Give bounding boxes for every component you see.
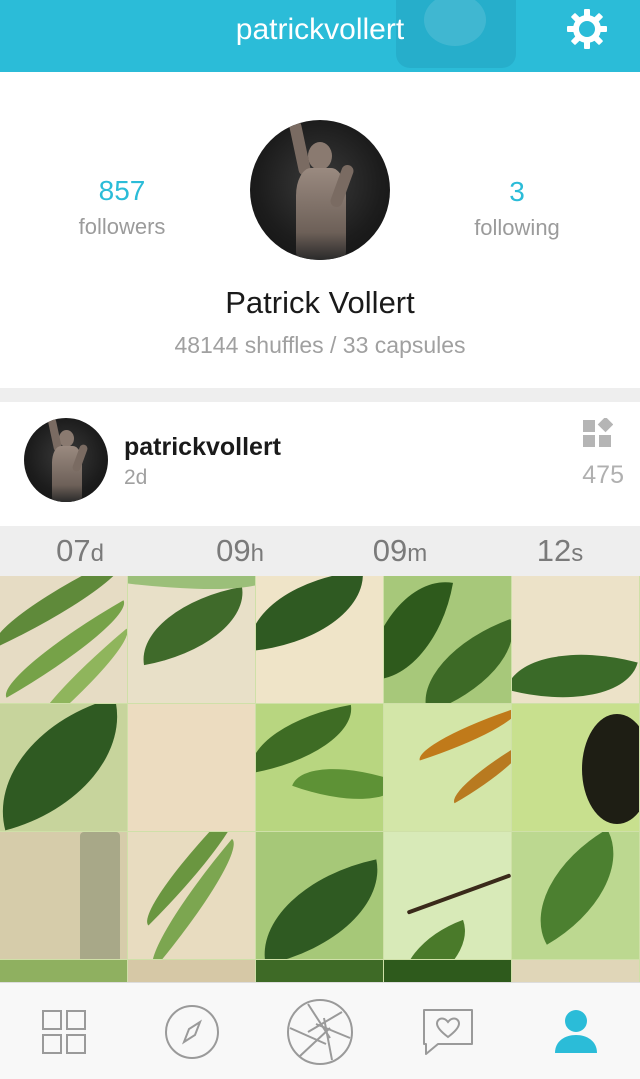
shuffle-puzzle-image[interactable] — [0, 576, 640, 982]
capsule-count: 475 — [582, 461, 624, 489]
aperture-icon — [287, 998, 353, 1065]
puzzle-tile[interactable] — [128, 960, 255, 982]
profile-stats-line: 48144 shuffles / 33 capsules — [174, 332, 466, 358]
puzzle-tile[interactable] — [384, 960, 511, 982]
countdown-seconds-unit: s — [571, 540, 584, 567]
followers-stat[interactable]: 857 followers — [22, 174, 222, 242]
tab-feed[interactable] — [0, 983, 128, 1079]
profile-avatar[interactable] — [250, 120, 390, 260]
section-divider — [0, 388, 640, 402]
countdown-hours-unit: h — [250, 540, 264, 567]
countdown-days: 07d — [0, 526, 160, 576]
puzzle-tile[interactable] — [384, 832, 511, 959]
puzzle-tile[interactable] — [0, 960, 127, 982]
puzzle-tile[interactable] — [512, 832, 639, 959]
countdown-timer: 07d 09h 09m 12s — [0, 526, 640, 576]
countdown-seconds-value: 12 — [536, 533, 572, 568]
heart-message-icon — [423, 1008, 473, 1055]
countdown-minutes-value: 09 — [372, 533, 408, 568]
puzzle-tile[interactable] — [384, 704, 511, 831]
top-bar: patrickvollert — [0, 0, 640, 72]
puzzle-tile[interactable] — [512, 704, 639, 831]
puzzle-tile[interactable] — [0, 576, 127, 703]
countdown-seconds: 12s — [480, 526, 640, 576]
puzzle-tile[interactable] — [128, 704, 255, 831]
compass-icon — [165, 1004, 219, 1059]
capsules-icon[interactable] — [583, 418, 613, 448]
grid-icon — [42, 1009, 86, 1054]
puzzle-tile[interactable] — [0, 704, 127, 831]
puzzle-tile[interactable] — [128, 832, 255, 959]
puzzle-tile[interactable] — [128, 576, 255, 703]
puzzle-tile[interactable] — [256, 960, 383, 982]
countdown-days-value: 07 — [56, 533, 91, 568]
post-username[interactable]: patrickvollert — [124, 432, 281, 462]
post-time: 2d — [124, 466, 148, 489]
followers-label: followers — [78, 214, 166, 239]
profile-name: Patrick Vollert — [225, 285, 415, 320]
puzzle-tile[interactable] — [256, 576, 383, 703]
countdown-minutes-unit: m — [407, 540, 428, 567]
puzzle-tile[interactable] — [512, 960, 639, 982]
tab-explore[interactable] — [128, 983, 256, 1079]
countdown-hours: 09h — [160, 526, 320, 576]
gear-icon[interactable] — [566, 8, 608, 50]
profile-icon — [555, 1009, 597, 1053]
tab-camera[interactable] — [256, 983, 384, 1079]
puzzle-tile[interactable] — [512, 576, 639, 703]
followers-count: 857 — [98, 175, 146, 206]
tab-profile[interactable] — [512, 983, 640, 1079]
countdown-days-unit: d — [90, 540, 104, 567]
puzzle-tile[interactable] — [256, 832, 383, 959]
post-avatar[interactable] — [24, 418, 108, 502]
tab-activity[interactable] — [384, 983, 512, 1079]
avatar-figure-head — [308, 142, 332, 170]
header-title: patrickvollert — [235, 13, 405, 46]
puzzle-tile[interactable] — [0, 832, 127, 959]
bottom-tab-bar — [0, 982, 640, 1079]
following-count: 3 — [509, 176, 525, 207]
countdown-minutes: 09m — [320, 526, 480, 576]
following-stat[interactable]: 3 following — [417, 175, 617, 243]
countdown-hours-value: 09 — [216, 533, 251, 568]
puzzle-tile[interactable] — [384, 576, 511, 703]
puzzle-tile[interactable] — [256, 704, 383, 831]
following-label: following — [474, 215, 560, 240]
